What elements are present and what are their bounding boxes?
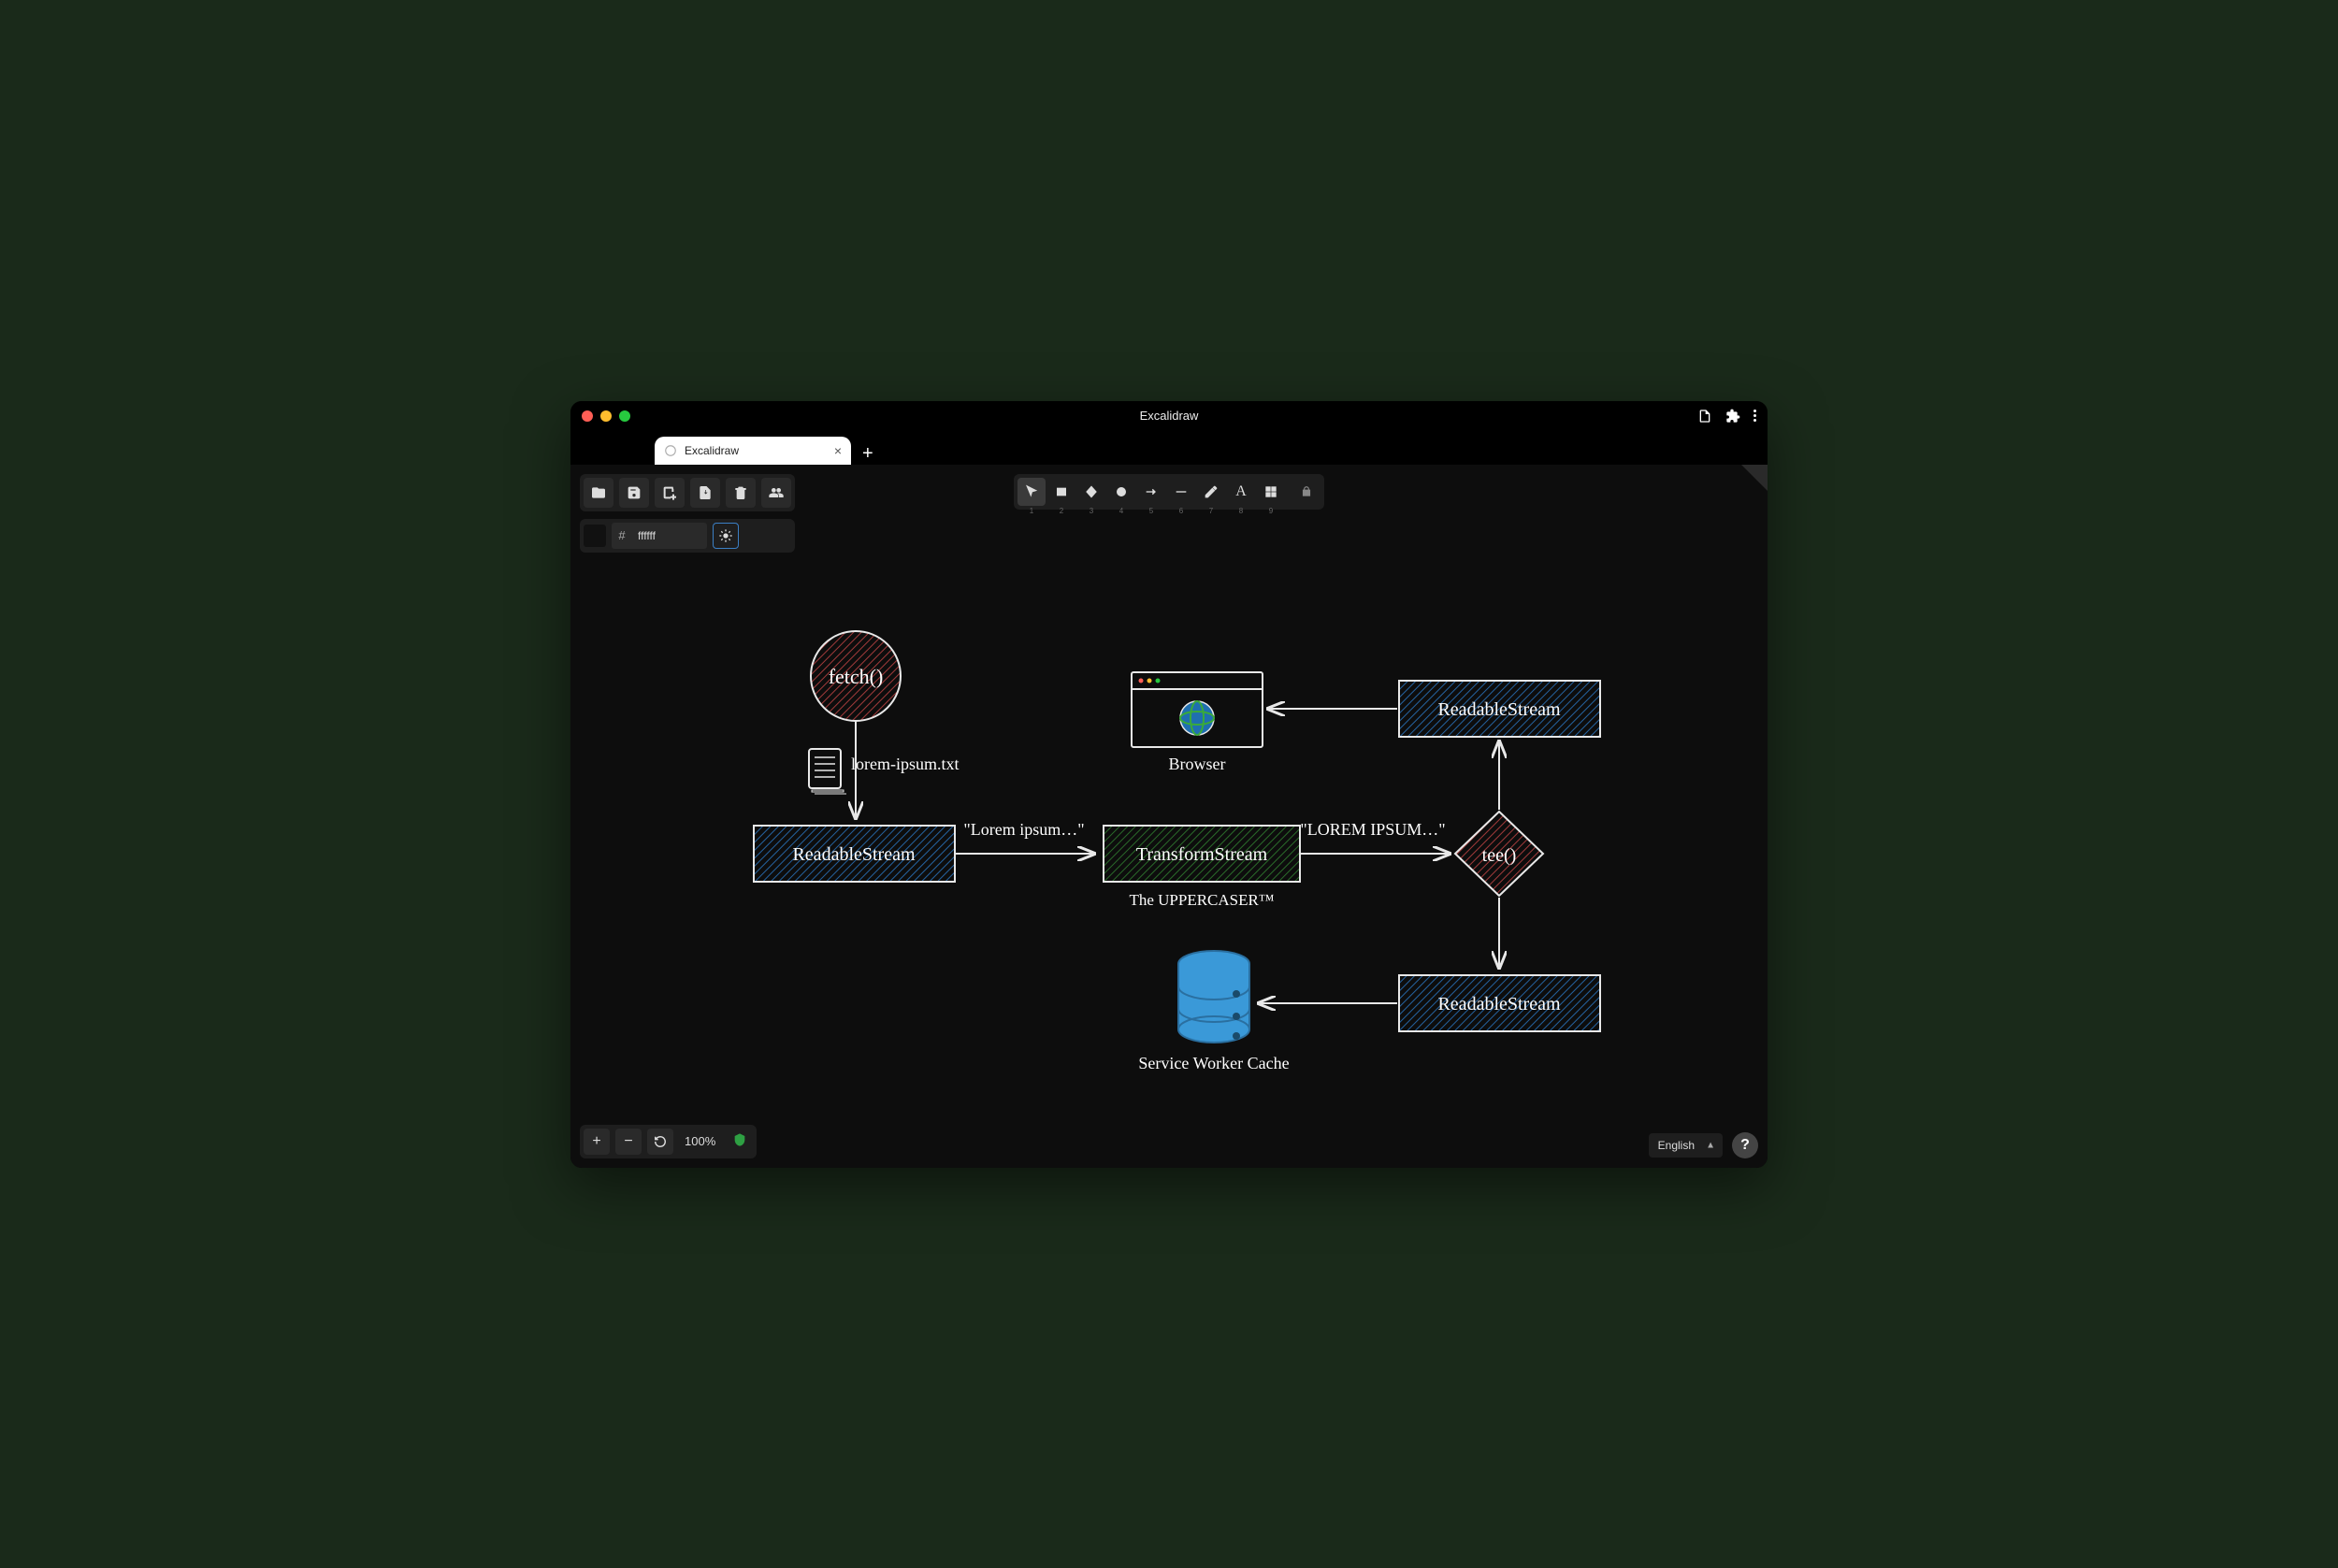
close-window-button[interactable] xyxy=(582,410,593,422)
traffic-lights xyxy=(582,410,630,422)
node-fetch[interactable]: fetch() xyxy=(811,631,901,721)
language-select[interactable]: English xyxy=(1649,1133,1723,1158)
svg-text:tee(): tee() xyxy=(1482,845,1517,866)
help-button[interactable]: ? xyxy=(1732,1132,1758,1158)
encryption-shield-icon[interactable] xyxy=(727,1132,753,1150)
minimize-window-button[interactable] xyxy=(600,410,612,422)
node-readable-stream-1[interactable]: ReadableStream xyxy=(754,826,955,882)
maximize-window-button[interactable] xyxy=(619,410,630,422)
node-browser[interactable]: Browser xyxy=(1132,672,1263,773)
arrow-readable1-to-transform[interactable]: "Lorem ipsum…" xyxy=(955,820,1094,854)
close-tab-icon[interactable]: × xyxy=(834,443,842,458)
document-icon[interactable] xyxy=(1697,409,1712,424)
footer-controls: English ▲ ? xyxy=(1649,1132,1758,1158)
zoom-out-button[interactable]: − xyxy=(615,1129,642,1155)
svg-text:Browser: Browser xyxy=(1169,755,1226,773)
node-tee[interactable]: tee() xyxy=(1455,812,1543,896)
more-menu-icon[interactable] xyxy=(1754,410,1756,422)
excalidraw-app: # 1 2 3 4 xyxy=(570,465,1768,1168)
arrow-transform-to-tee[interactable]: "LOREM IPSUM…" xyxy=(1300,820,1450,854)
svg-text:TransformStream: TransformStream xyxy=(1136,844,1268,865)
svg-text:lorem-ipsum.txt: lorem-ipsum.txt xyxy=(851,755,960,773)
zoom-reset-button[interactable] xyxy=(647,1129,673,1155)
app-window: Excalidraw Excalidraw × + xyxy=(570,401,1768,1168)
svg-text:ReadableStream: ReadableStream xyxy=(1437,699,1560,720)
tab-favicon-icon xyxy=(664,444,677,457)
zoom-controls: + − 100% xyxy=(580,1125,757,1158)
node-readable-stream-2[interactable]: ReadableStream xyxy=(1399,681,1600,737)
new-tab-button[interactable]: + xyxy=(851,443,885,465)
svg-text:The UPPERCASER™: The UPPERCASER™ xyxy=(1129,891,1274,909)
tab-title: Excalidraw xyxy=(685,444,739,457)
svg-text:ReadableStream: ReadableStream xyxy=(792,844,915,865)
titlebar: Excalidraw xyxy=(570,401,1768,431)
svg-text:"Lorem ipsum…": "Lorem ipsum…" xyxy=(963,820,1084,839)
node-service-worker-cache[interactable]: Service Worker Cache xyxy=(1138,951,1289,1072)
tabstrip: Excalidraw × + xyxy=(570,431,1768,465)
svg-text:ReadableStream: ReadableStream xyxy=(1437,994,1560,1014)
svg-text:"LOREM IPSUM…": "LOREM IPSUM…" xyxy=(1300,820,1445,839)
window-title: Excalidraw xyxy=(1140,409,1199,423)
zoom-level: 100% xyxy=(679,1134,721,1148)
zoom-in-button[interactable]: + xyxy=(584,1129,610,1155)
extensions-icon[interactable] xyxy=(1725,409,1740,424)
browser-tab[interactable]: Excalidraw × xyxy=(655,437,851,465)
svg-text:Service Worker Cache: Service Worker Cache xyxy=(1138,1054,1289,1072)
file-icon: lorem-ipsum.txt xyxy=(809,749,960,794)
svg-text:fetch(): fetch() xyxy=(829,665,884,688)
node-readable-stream-3[interactable]: ReadableStream xyxy=(1399,975,1600,1031)
node-transform-stream[interactable]: TransformStream The UPPERCASER™ xyxy=(1104,826,1300,909)
canvas[interactable]: fetch() lorem-ipsum.txt ReadableStream xyxy=(570,465,1768,1168)
